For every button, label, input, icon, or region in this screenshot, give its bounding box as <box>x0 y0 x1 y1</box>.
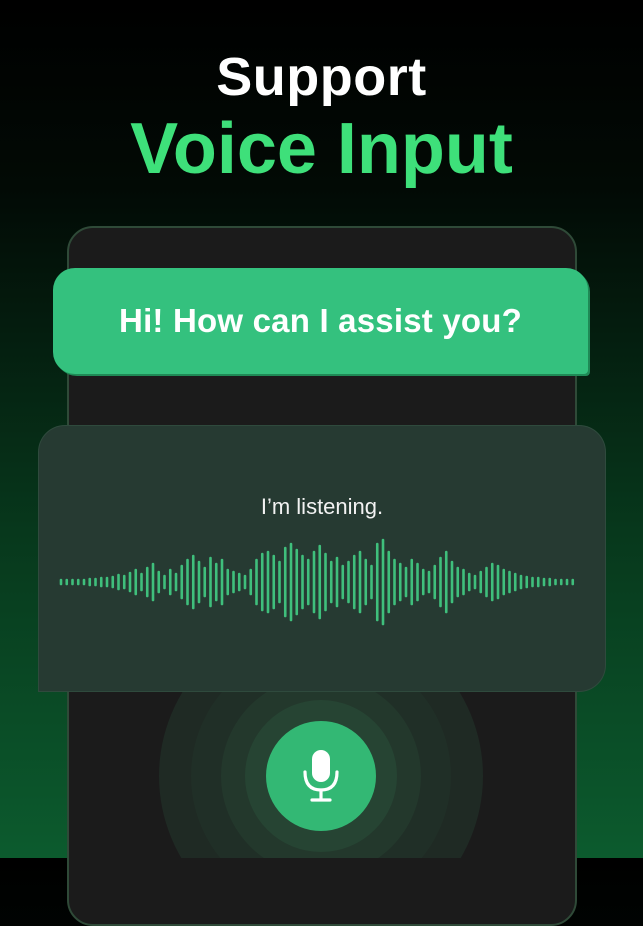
microphone-icon <box>303 750 339 802</box>
assistant-message-bubble: Hi! How can I assist you? <box>53 268 588 374</box>
headline-support: Support <box>216 47 427 107</box>
listening-status: I’m listening. <box>260 494 384 519</box>
voice-input-card: I’m listening. <box>39 426 605 691</box>
assistant-message-text: Hi! How can I assist you? <box>119 302 522 339</box>
microphone-button[interactable] <box>266 721 376 831</box>
headline-voice-input: Voice Input <box>130 109 513 189</box>
audio-waveform-icon <box>59 538 575 626</box>
